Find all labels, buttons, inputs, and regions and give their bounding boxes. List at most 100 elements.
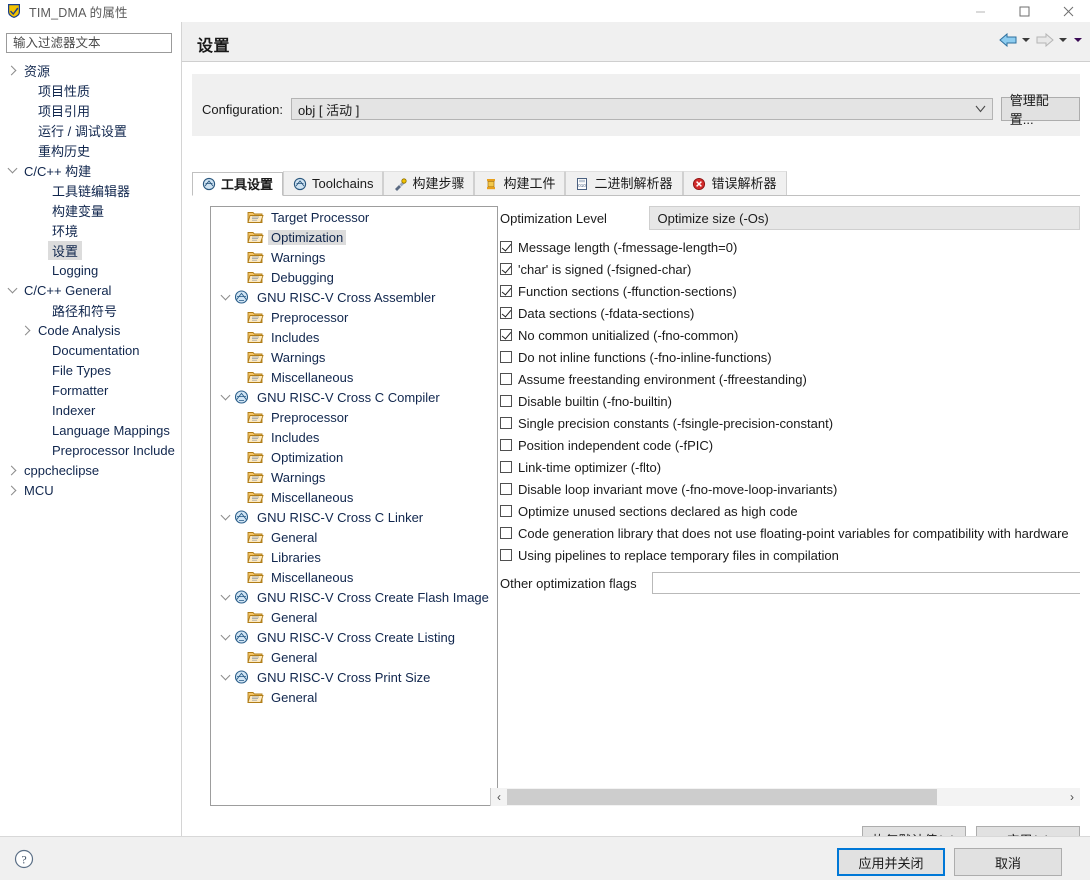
checkbox[interactable]	[500, 527, 512, 539]
maximize-button[interactable]	[1002, 0, 1046, 22]
sidebar-item[interactable]: 资源	[0, 60, 182, 80]
checkbox[interactable]	[500, 351, 512, 363]
chevron-down-icon[interactable]	[217, 387, 233, 407]
tool-tree-item[interactable]: GNU RISC-V Cross Create Listing	[211, 627, 497, 647]
tool-tree-item[interactable]: Includes	[211, 327, 497, 347]
filter-input[interactable]	[11, 35, 171, 51]
checkbox[interactable]	[500, 241, 512, 253]
option-checkbox-row[interactable]: Function sections (-ffunction-sections)	[500, 280, 1080, 302]
optimization-level-combo[interactable]: Optimize size (-Os)	[649, 206, 1080, 230]
tool-tree-item[interactable]: General	[211, 647, 497, 667]
checkbox[interactable]	[500, 505, 512, 517]
tool-tree-item[interactable]: GNU RISC-V Cross C Compiler	[211, 387, 497, 407]
tool-tree-item[interactable]: Target Processor	[211, 207, 497, 227]
sidebar-item[interactable]: Code Analysis	[0, 320, 182, 340]
tool-tree-item[interactable]: GNU RISC-V Cross C Linker	[211, 507, 497, 527]
sidebar-item[interactable]: 运行 / 调试设置	[0, 120, 182, 140]
chevron-right-icon[interactable]	[18, 320, 34, 340]
option-checkbox-row[interactable]: Single precision constants (-fsingle-pre…	[500, 412, 1080, 434]
sidebar-item[interactable]: 项目性质	[0, 80, 182, 100]
back-dropdown-caret-icon[interactable]	[1019, 30, 1032, 50]
tab-build-artifact[interactable]: 构建工件	[474, 171, 566, 195]
manage-configurations-button[interactable]: 管理配置...	[1000, 93, 1080, 127]
settings-tree[interactable]: 资源 项目性质 项目引用 运行 / 调试设置 重构历史 C/C++ 构建 工具链编辑器 构建变…	[0, 60, 182, 500]
option-checkbox-row[interactable]: Disable builtin (-fno-builtin)	[500, 390, 1080, 412]
sidebar-item[interactable]: Logging	[0, 260, 182, 280]
tool-tree-item[interactable]: Optimization	[211, 227, 497, 247]
option-checkbox-row[interactable]: No common unitialized (-fno-common)	[500, 324, 1080, 346]
chevron-down-icon[interactable]	[4, 280, 20, 300]
sidebar-item[interactable]: 设置	[0, 240, 182, 260]
view-menu[interactable]	[1071, 30, 1084, 50]
chevron-down-icon[interactable]	[4, 160, 20, 180]
checkbox[interactable]	[500, 285, 512, 297]
tool-tree-item[interactable]: Libraries	[211, 547, 497, 567]
tab-tool-settings[interactable]: 工具设置	[192, 172, 284, 196]
sidebar-item[interactable]: C/C++ General	[0, 280, 182, 300]
tool-tree-item[interactable]: Optimization	[211, 447, 497, 467]
cancel-button[interactable]: 取消	[954, 848, 1062, 876]
option-checkbox-row[interactable]: Assume freestanding environment (-ffrees…	[500, 368, 1080, 390]
tool-tree-item[interactable]: General	[211, 527, 497, 547]
option-checkbox-row[interactable]: Do not inline functions (-fno-inline-fun…	[500, 346, 1080, 368]
tab-error-parser[interactable]: 错误解析器	[682, 171, 787, 195]
chevron-down-icon[interactable]	[217, 627, 233, 647]
apply-and-close-button[interactable]: 应用并关闭	[837, 848, 945, 876]
checkbox[interactable]	[500, 395, 512, 407]
tool-tree-item[interactable]: GNU RISC-V Cross Create Flash Image	[211, 587, 497, 607]
view-menu-caret-icon[interactable]	[1071, 30, 1084, 50]
options-scroll-track[interactable]	[507, 788, 1064, 806]
tool-tree-item[interactable]: GNU RISC-V Cross Print Size	[211, 667, 497, 687]
checkbox[interactable]	[500, 417, 512, 429]
sidebar-item[interactable]: 路径和符号	[0, 300, 182, 320]
sidebar-item[interactable]: Preprocessor Include	[0, 440, 182, 460]
sidebar-item[interactable]: cppcheclipse	[0, 460, 182, 480]
tool-tree-item[interactable]: Preprocessor	[211, 307, 497, 327]
chevron-right-icon[interactable]	[4, 60, 20, 80]
tab-build-steps[interactable]: 构建步骤	[383, 171, 475, 195]
sidebar-item[interactable]: 项目引用	[0, 100, 182, 120]
chevron-right-icon[interactable]	[4, 480, 20, 500]
tool-tree-item[interactable]: Warnings	[211, 467, 497, 487]
back-nav[interactable]	[997, 30, 1032, 50]
options-scroll-thumb[interactable]	[507, 789, 937, 805]
tab-toolchains[interactable]: Toolchains	[283, 171, 384, 195]
option-checkbox-row[interactable]: Data sections (-fdata-sections)	[500, 302, 1080, 324]
chevron-down-icon[interactable]	[217, 287, 233, 307]
sidebar-item[interactable]: File Types	[0, 360, 182, 380]
option-checkbox-row[interactable]: Disable loop invariant move (-fno-move-l…	[500, 478, 1080, 500]
tool-tree-item[interactable]: Preprocessor	[211, 407, 497, 427]
tool-tree-item[interactable]: Miscellaneous	[211, 567, 497, 587]
options-scroll-left-arrow-icon[interactable]: ‹	[491, 788, 507, 806]
tool-tree-item[interactable]: GNU RISC-V Cross Assembler	[211, 287, 497, 307]
back-arrow-icon[interactable]	[997, 30, 1019, 50]
checkbox[interactable]	[500, 483, 512, 495]
checkbox[interactable]	[500, 439, 512, 451]
options-horizontal-scrollbar[interactable]: ‹ ›	[490, 788, 1080, 806]
tool-tree-item[interactable]: Miscellaneous	[211, 367, 497, 387]
sidebar-item[interactable]: C/C++ 构建	[0, 160, 182, 180]
configuration-combo[interactable]: obj [ 活动 ]	[290, 98, 993, 120]
sidebar-item[interactable]: 构建变量	[0, 200, 182, 220]
other-flags-input[interactable]	[652, 572, 1080, 594]
minimize-button[interactable]	[958, 0, 1002, 22]
tool-tree-item[interactable]: Includes	[211, 427, 497, 447]
tool-tree-item[interactable]: General	[211, 687, 497, 707]
tool-options-tree[interactable]: Target Processor Optimization Warnings Debu…	[210, 206, 498, 806]
tool-tree-item[interactable]: Warnings	[211, 247, 497, 267]
checkbox[interactable]	[500, 307, 512, 319]
tool-tree-item[interactable]: Warnings	[211, 347, 497, 367]
forward-arrow-icon[interactable]	[1034, 30, 1056, 50]
tool-tree-item[interactable]: General	[211, 607, 497, 627]
option-checkbox-row[interactable]: Using pipelines to replace temporary fil…	[500, 544, 1080, 566]
checkbox[interactable]	[500, 461, 512, 473]
option-checkbox-row[interactable]: Position independent code (-fPIC)	[500, 434, 1080, 456]
chevron-down-icon[interactable]	[217, 587, 233, 607]
sidebar-item[interactable]: Language Mappings	[0, 420, 182, 440]
option-checkbox-row[interactable]: Link-time optimizer (-flto)	[500, 456, 1080, 478]
sidebar-item[interactable]: 重构历史	[0, 140, 182, 160]
sidebar-item[interactable]: Formatter	[0, 380, 182, 400]
chevron-down-icon[interactable]	[217, 507, 233, 527]
chevron-down-icon[interactable]	[217, 667, 233, 687]
sidebar-item[interactable]: 工具链编辑器	[0, 180, 182, 200]
